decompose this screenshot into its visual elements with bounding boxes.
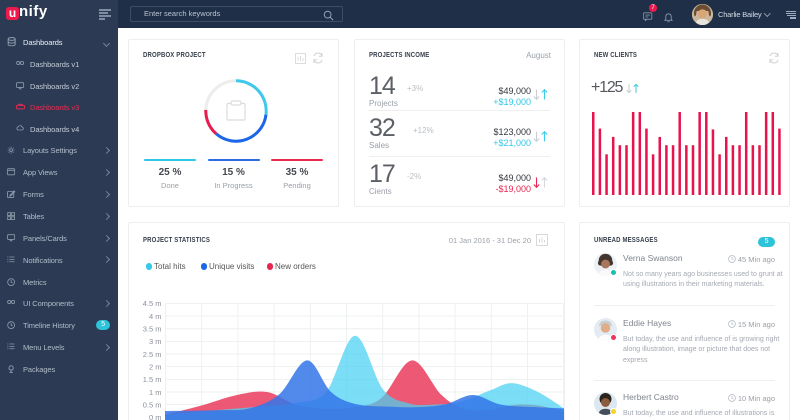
svg-text:2.5 m: 2.5 m (143, 350, 162, 359)
svg-text:0 m: 0 m (149, 413, 162, 420)
svg-text:4.5 m: 4.5 m (143, 299, 162, 308)
svg-text:0.5 m: 0.5 m (143, 400, 162, 409)
svg-text:3.5 m: 3.5 m (143, 325, 162, 334)
svg-text:2 m: 2 m (149, 362, 162, 371)
svg-text:3 m: 3 m (149, 337, 162, 346)
svg-text:1.5 m: 1.5 m (143, 375, 162, 384)
svg-text:4 m: 4 m (149, 312, 162, 321)
svg-text:1 m: 1 m (149, 388, 162, 397)
